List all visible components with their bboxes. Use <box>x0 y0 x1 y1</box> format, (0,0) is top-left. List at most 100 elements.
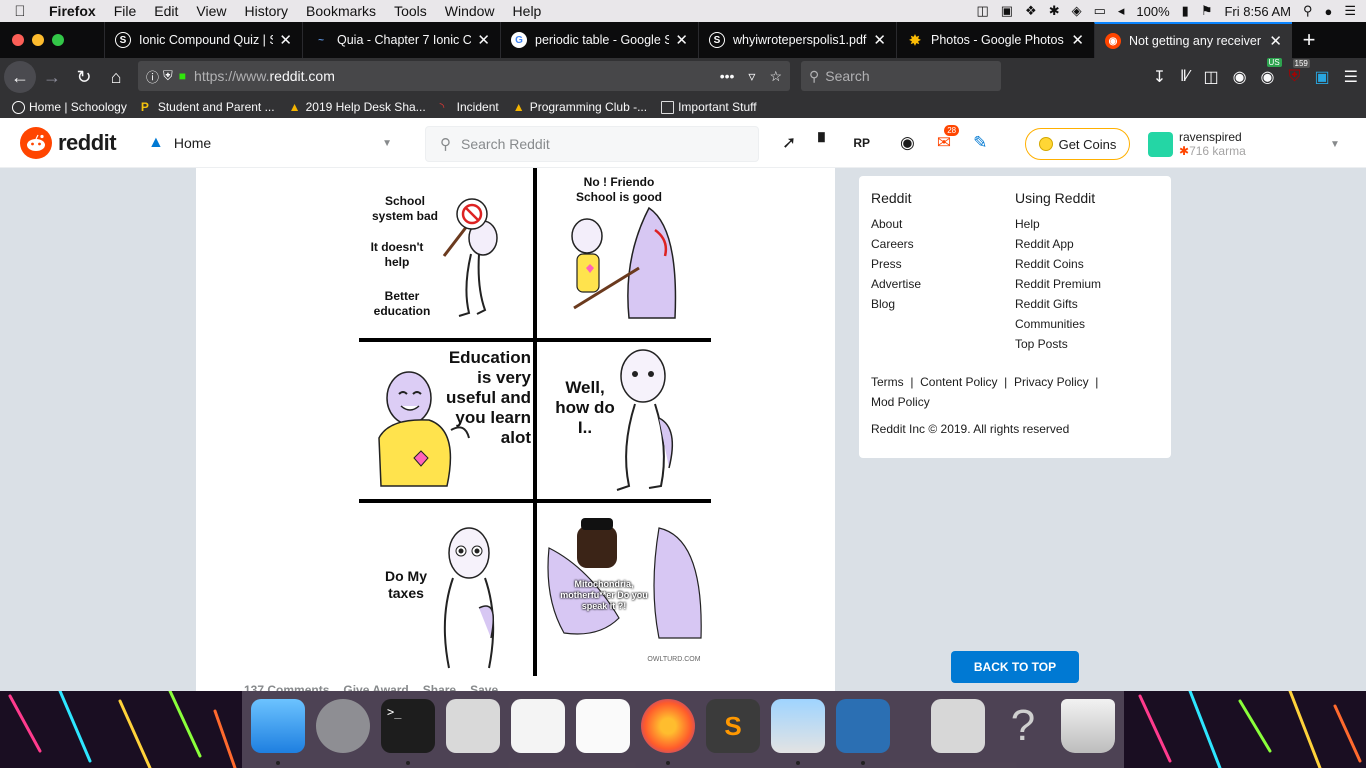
bookmark-student-parent[interactable]: P Student and Parent ... <box>141 100 275 114</box>
bookmark-incident[interactable]: ◝ Incident <box>440 100 499 114</box>
downloads-icon[interactable]: ↧ <box>1153 67 1166 87</box>
chevron-down-icon[interactable]: ▼ <box>1330 139 1340 150</box>
link-top-posts[interactable]: Top Posts <box>1015 334 1159 354</box>
link-reddit-gifts[interactable]: Reddit Gifts <box>1015 294 1159 314</box>
notes-icon[interactable] <box>576 699 630 753</box>
close-tab-icon[interactable]: ✕ <box>279 31 292 49</box>
link-reddit-app[interactable]: Reddit App <box>1015 234 1159 254</box>
close-tab-icon[interactable]: ✕ <box>1071 31 1084 49</box>
chat-icon[interactable]: ◉ <box>900 133 915 153</box>
tab-google-photos[interactable]: ✸ Photos - Google Photos ✕ <box>896 22 1094 58</box>
close-tab-icon[interactable]: ✕ <box>675 31 688 49</box>
link-blog[interactable]: Blog <box>871 294 1015 314</box>
browser-search-bar[interactable]: ⚲ Search <box>801 61 1001 91</box>
home-dropdown[interactable]: ▲ Home ▼ <box>148 128 398 158</box>
link-advertise[interactable]: Advertise <box>871 274 1015 294</box>
menu-tools[interactable]: Tools <box>385 3 436 19</box>
siri-icon[interactable]: ● <box>1324 4 1332 19</box>
tracking-shield-icon[interactable]: ⛨ <box>163 68 173 84</box>
unknown-icon[interactable]: ? <box>996 699 1050 753</box>
link-mod-policy[interactable]: Mod Policy <box>871 395 930 409</box>
new-tab-icon[interactable]: + <box>1292 27 1326 53</box>
tab-quia[interactable]: ~ Quia - Chapter 7 Ionic Co ✕ <box>302 22 500 58</box>
page-actions-icon[interactable]: ••• <box>720 68 735 85</box>
bookmark-programming-club[interactable]: ▲ Programming Club -... <box>513 100 647 114</box>
site-info-icon[interactable]: ⓘ <box>146 67 159 86</box>
mail-icon[interactable]: ✉ 28 <box>937 125 960 153</box>
extension-blue-icon[interactable]: ▣ <box>1315 67 1330 87</box>
comic-image[interactable]: School system bad It doesn't help Better… <box>359 168 711 678</box>
forward-icon[interactable]: → <box>36 61 68 93</box>
user-menu[interactable]: ravenspired ✱716 karma <box>1148 128 1246 160</box>
home-icon[interactable]: ⌂ <box>100 61 132 93</box>
give-award-button[interactable]: Give Award <box>343 683 408 691</box>
link-content-policy[interactable]: Content Policy <box>920 375 997 389</box>
close-tab-icon[interactable]: ✕ <box>873 31 886 49</box>
menu-edit[interactable]: Edit <box>145 3 187 19</box>
battery-percent[interactable]: 100% <box>1136 4 1169 19</box>
tab-ionic-quiz[interactable]: S Ionic Compound Quiz | Sc ✕ <box>104 22 302 58</box>
share-button[interactable]: Share <box>423 683 456 691</box>
link-help[interactable]: Help <box>1015 214 1159 234</box>
firefox-icon[interactable] <box>641 699 695 753</box>
spotlight-icon[interactable]: ⚲ <box>1303 3 1313 19</box>
bluetooth-icon[interactable]: ✱ <box>1049 3 1060 19</box>
link-careers[interactable]: Careers <box>871 234 1015 254</box>
finder-icon[interactable] <box>251 699 305 753</box>
menu-file[interactable]: File <box>105 3 146 19</box>
file-icon[interactable] <box>931 699 985 753</box>
terminal-icon[interactable]: >_ <box>381 699 435 753</box>
hamburger-menu-icon[interactable]: ☰ <box>1344 67 1358 87</box>
airplay-icon[interactable]: ▭ <box>1094 3 1106 19</box>
menubar-clock[interactable]: Fri 8:56 AM <box>1224 4 1290 19</box>
rpan-icon[interactable]: RP <box>853 136 870 150</box>
link-press[interactable]: Press <box>871 254 1015 274</box>
notification-center-icon[interactable]: ☰ <box>1344 3 1356 19</box>
apple-menu-icon[interactable]:  <box>0 3 40 20</box>
create-post-icon[interactable]: ✎ <box>973 133 987 153</box>
library-icon[interactable]: ‖⁄ <box>1180 68 1189 86</box>
link-privacy-policy[interactable]: Privacy Policy <box>1014 375 1089 389</box>
script-editor-icon[interactable] <box>446 699 500 753</box>
ublock-extension-icon[interactable]: ⛨ 159 <box>1289 59 1310 86</box>
bookmark-star-icon[interactable]: ☆ <box>769 68 782 85</box>
reddit-logo[interactable]: reddit <box>20 126 117 159</box>
trash-icon[interactable] <box>1061 699 1115 753</box>
bookmark-important-stuff[interactable]: Important Stuff <box>661 100 757 114</box>
drive-sync-icon[interactable]: ▣ <box>1001 3 1013 19</box>
zoom-window-icon[interactable] <box>52 34 64 46</box>
textedit-icon[interactable] <box>511 699 565 753</box>
reddit-search-input[interactable]: ⚲ Search Reddit <box>425 126 759 162</box>
menu-help[interactable]: Help <box>504 3 551 19</box>
wifi-icon[interactable]: ◈ <box>1072 3 1082 19</box>
link-terms[interactable]: Terms <box>871 375 904 389</box>
sidebar-icon[interactable]: ◫ <box>1203 67 1218 87</box>
save-button[interactable]: Save <box>470 683 498 691</box>
system-preferences-icon[interactable] <box>316 699 370 753</box>
preview-icon[interactable] <box>771 699 825 753</box>
tab-periodic-table[interactable]: G periodic table - Google Se ✕ <box>500 22 698 58</box>
comments-button[interactable]: 137 Comments <box>244 683 329 691</box>
menu-history[interactable]: History <box>235 3 297 19</box>
close-tab-icon[interactable]: ✕ <box>477 31 490 49</box>
flag-us-icon[interactable]: ⚑ <box>1201 3 1213 19</box>
tab-persepolis-pdf[interactable]: S whyiwroteperspolis1.pdf | ✕ <box>698 22 896 58</box>
reload-icon[interactable]: ↻ <box>68 61 100 93</box>
menu-app-name[interactable]: Firefox <box>40 3 105 19</box>
battery-icon[interactable]: ▮ <box>1182 3 1189 19</box>
vpn-extension-icon[interactable]: ◉ US <box>1261 58 1282 87</box>
back-to-top-button[interactable]: BACK TO TOP <box>951 651 1079 683</box>
sublime-icon[interactable]: S <box>706 699 760 753</box>
link-reddit-coins[interactable]: Reddit Coins <box>1015 254 1159 274</box>
url-bar[interactable]: ⓘ ⛨ ■ https://www.reddit.com ••• ▿ ☆ <box>138 61 790 91</box>
menu-view[interactable]: View <box>187 3 235 19</box>
menu-window[interactable]: Window <box>436 3 504 19</box>
volume-icon[interactable]: ◂ <box>1118 3 1125 19</box>
dropbox-icon[interactable]: ❖ <box>1025 3 1037 19</box>
pocket-icon[interactable]: ▿ <box>748 68 755 85</box>
bookmark-help-desk[interactable]: ▲ 2019 Help Desk Sha... <box>289 100 426 114</box>
back-icon[interactable]: ← <box>4 61 36 93</box>
link-about[interactable]: About <box>871 214 1015 234</box>
close-tab-icon[interactable]: ✕ <box>1269 32 1282 50</box>
cube-icon[interactable]: ◫ <box>976 3 988 19</box>
